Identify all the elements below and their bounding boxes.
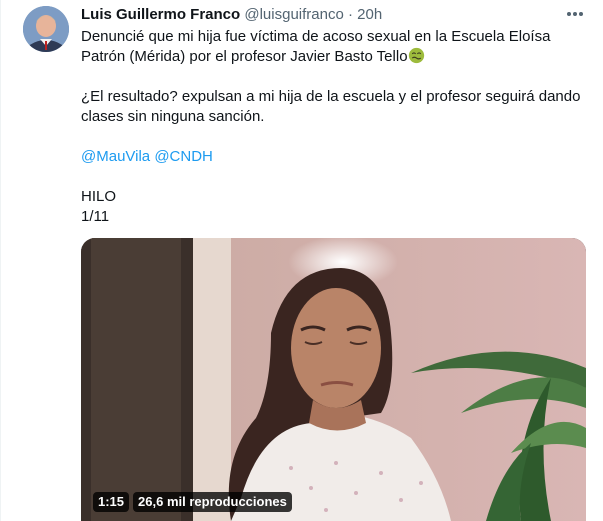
- timestamp[interactable]: 20h: [357, 6, 382, 23]
- mention-cndh[interactable]: @CNDH: [154, 148, 213, 165]
- avatar[interactable]: [23, 6, 69, 52]
- video-frame: [81, 238, 586, 521]
- tweet-line-1: Denuncié que mi hija fue víctima de acos…: [81, 28, 551, 65]
- nauseated-face-emoji-icon: [408, 47, 424, 64]
- video-player[interactable]: 1:15 26,6 mil reproducciones: [81, 238, 586, 521]
- tweet-paragraph-2: ¿El resultado? expulsan a mi hija de la …: [81, 88, 581, 125]
- author-name[interactable]: Luis Guillermo Franco: [81, 6, 240, 23]
- avatar-image: [23, 6, 69, 52]
- tweet-text: Denuncié que mi hija fue víctima de acos…: [81, 27, 586, 227]
- thread-count: 1/11: [81, 208, 110, 225]
- author-handle[interactable]: @luisguifranco: [244, 6, 343, 23]
- separator-dot: ·: [348, 6, 353, 23]
- video-info-overlay: 1:15 26,6 mil reproducciones: [93, 491, 292, 513]
- video-duration: 1:15: [93, 492, 130, 512]
- mention-mauvila[interactable]: @MauVila: [81, 148, 150, 165]
- tweet-header: Luis Guillermo Franco @luisguifranco · 2…: [81, 5, 382, 25]
- more-options-icon: [567, 12, 583, 16]
- tweet[interactable]: Luis Guillermo Franco @luisguifranco · 2…: [0, 0, 603, 521]
- video-views: 26,6 mil reproducciones: [133, 492, 292, 512]
- more-options-button[interactable]: [563, 7, 587, 21]
- thread-label: HILO: [81, 188, 117, 205]
- tweet-mentions: @MauVila @CNDH: [81, 147, 586, 167]
- tweet-paragraph-1: Denuncié que mi hija fue víctima de acos…: [81, 27, 586, 67]
